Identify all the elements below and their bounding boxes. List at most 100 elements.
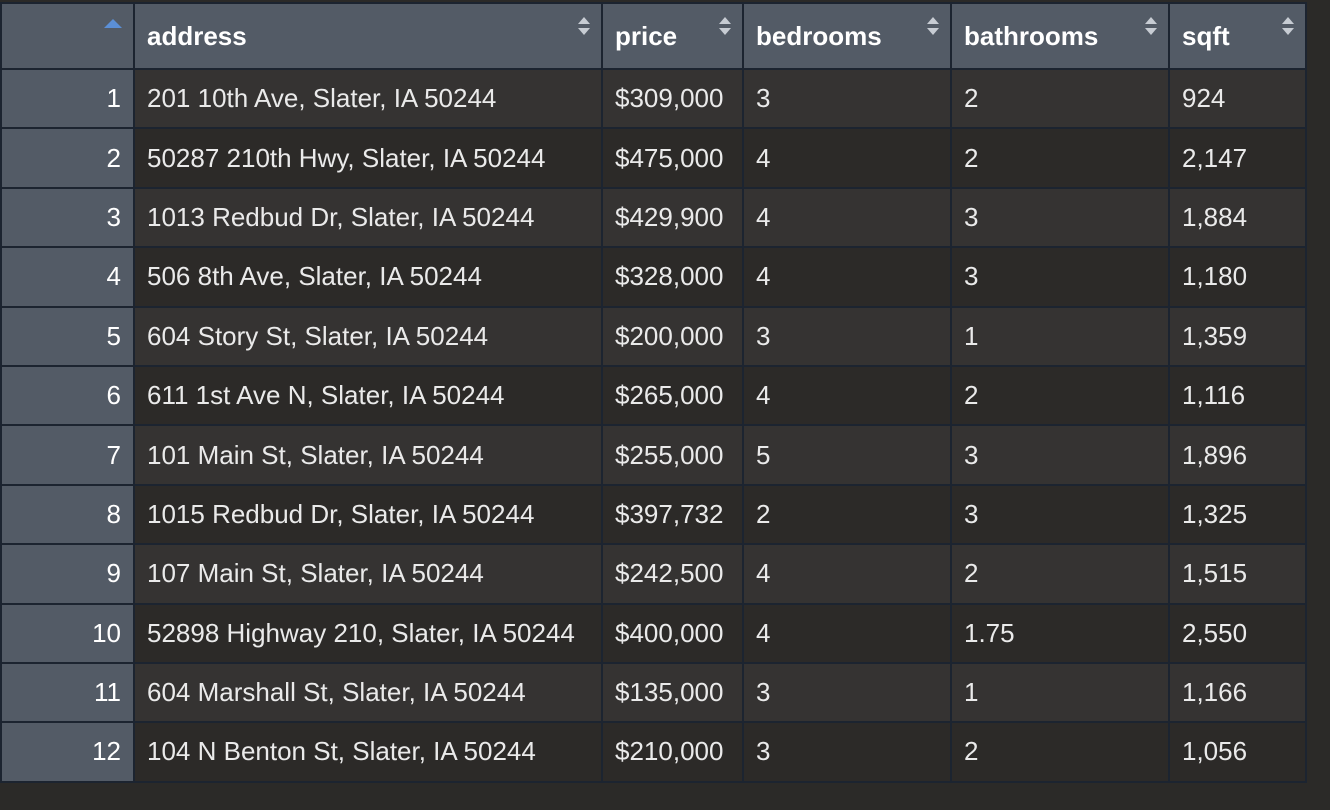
cell-bathrooms: 1 [950,305,1170,367]
table-row: 4 506 8th Ave, Slater, IA 50244 $328,000… [0,246,1307,308]
table-row: 5 604 Story St, Slater, IA 50244 $200,00… [0,305,1307,367]
cell-bathrooms: 3 [950,186,1170,249]
table-row: 10 52898 Highway 210, Slater, IA 50244 $… [0,602,1307,664]
cell-bathrooms: 2 [950,67,1170,130]
cell-address: 604 Marshall St, Slater, IA 50244 [133,661,603,724]
cell-bedrooms: 4 [742,246,952,308]
table-row: 6 611 1st Ave N, Slater, IA 50244 $265,0… [0,364,1307,427]
cell-price: $309,000 [601,67,744,130]
cell-address: 604 Story St, Slater, IA 50244 [133,305,603,367]
row-number-header[interactable] [0,2,135,70]
column-header-sqft[interactable]: sqft [1168,2,1307,70]
cell-bedrooms: 4 [742,186,952,249]
cell-bedrooms: 3 [742,305,952,367]
row-number: 5 [0,305,135,367]
cell-address: 1015 Redbud Dr, Slater, IA 50244 [133,483,603,546]
row-number: 10 [0,602,135,664]
cell-price: $200,000 [601,305,744,367]
sort-up-down-icon[interactable] [926,15,940,37]
column-header-bedrooms[interactable]: bedrooms [742,2,952,70]
cell-sqft: 1,359 [1168,305,1307,367]
cell-bathrooms: 3 [950,483,1170,546]
column-header-label: sqft [1182,20,1230,51]
cell-price: $210,000 [601,721,744,783]
cell-sqft: 2,550 [1168,602,1307,664]
column-header-label: bathrooms [964,20,1099,51]
data-table: address price bedrooms bathrooms sqft 1 … [0,2,1307,783]
row-number: 9 [0,543,135,605]
cell-price: $135,000 [601,661,744,724]
cell-sqft: 2,147 [1168,127,1307,189]
cell-bedrooms: 5 [742,424,952,486]
cell-bedrooms: 4 [742,127,952,189]
data-viewer: address price bedrooms bathrooms sqft 1 … [0,0,1330,810]
table-row: 11 604 Marshall St, Slater, IA 50244 $13… [0,661,1307,724]
cell-bedrooms: 2 [742,483,952,546]
cell-sqft: 924 [1168,67,1307,130]
row-number: 6 [0,364,135,427]
cell-bathrooms: 1.75 [950,602,1170,664]
cell-price: $265,000 [601,364,744,427]
cell-price: $255,000 [601,424,744,486]
cell-bathrooms: 2 [950,127,1170,189]
cell-address: 101 Main St, Slater, IA 50244 [133,424,603,486]
sort-ascending-icon[interactable] [103,18,123,30]
cell-bathrooms: 2 [950,364,1170,427]
cell-bedrooms: 4 [742,602,952,664]
sort-up-down-icon[interactable] [1281,15,1295,37]
table-row: 12 104 N Benton St, Slater, IA 50244 $21… [0,721,1307,783]
cell-bathrooms: 3 [950,246,1170,308]
cell-address: 201 10th Ave, Slater, IA 50244 [133,67,603,130]
cell-sqft: 1,166 [1168,661,1307,724]
header-row: address price bedrooms bathrooms sqft [0,2,1307,70]
sort-up-down-icon[interactable] [718,15,732,37]
cell-bathrooms: 1 [950,661,1170,724]
cell-bathrooms: 3 [950,424,1170,486]
row-number: 2 [0,127,135,189]
row-number: 11 [0,661,135,724]
table-row: 7 101 Main St, Slater, IA 50244 $255,000… [0,424,1307,486]
column-header-label: address [147,20,247,51]
row-number: 3 [0,186,135,249]
cell-price: $397,732 [601,483,744,546]
cell-sqft: 1,116 [1168,364,1307,427]
column-header-label: price [615,20,678,51]
cell-address: 506 8th Ave, Slater, IA 50244 [133,246,603,308]
cell-price: $400,000 [601,602,744,664]
cell-address: 1013 Redbud Dr, Slater, IA 50244 [133,186,603,249]
cell-bedrooms: 3 [742,67,952,130]
row-number: 1 [0,67,135,130]
table-row: 2 50287 210th Hwy, Slater, IA 50244 $475… [0,127,1307,189]
sort-up-down-icon[interactable] [1144,15,1158,37]
cell-bedrooms: 3 [742,721,952,783]
cell-price: $328,000 [601,246,744,308]
cell-address: 107 Main St, Slater, IA 50244 [133,543,603,605]
cell-bedrooms: 4 [742,543,952,605]
cell-address: 611 1st Ave N, Slater, IA 50244 [133,364,603,427]
cell-bedrooms: 4 [742,364,952,427]
cell-address: 52898 Highway 210, Slater, IA 50244 [133,602,603,664]
table-row: 3 1013 Redbud Dr, Slater, IA 50244 $429,… [0,186,1307,249]
cell-sqft: 1,884 [1168,186,1307,249]
row-number: 7 [0,424,135,486]
cell-bedrooms: 3 [742,661,952,724]
column-header-label: bedrooms [756,20,882,51]
cell-price: $429,900 [601,186,744,249]
table-row: 1 201 10th Ave, Slater, IA 50244 $309,00… [0,67,1307,130]
cell-bathrooms: 2 [950,543,1170,605]
cell-price: $242,500 [601,543,744,605]
row-number: 8 [0,483,135,546]
sort-up-down-icon[interactable] [577,15,591,37]
cell-address: 50287 210th Hwy, Slater, IA 50244 [133,127,603,189]
table-row: 8 1015 Redbud Dr, Slater, IA 50244 $397,… [0,483,1307,546]
cell-price: $475,000 [601,127,744,189]
cell-bathrooms: 2 [950,721,1170,783]
cell-sqft: 1,056 [1168,721,1307,783]
row-number: 12 [0,721,135,783]
table-row: 9 107 Main St, Slater, IA 50244 $242,500… [0,543,1307,605]
column-header-address[interactable]: address [133,2,603,70]
column-header-bathrooms[interactable]: bathrooms [950,2,1170,70]
cell-sqft: 1,515 [1168,543,1307,605]
column-header-price[interactable]: price [601,2,744,70]
row-number: 4 [0,246,135,308]
